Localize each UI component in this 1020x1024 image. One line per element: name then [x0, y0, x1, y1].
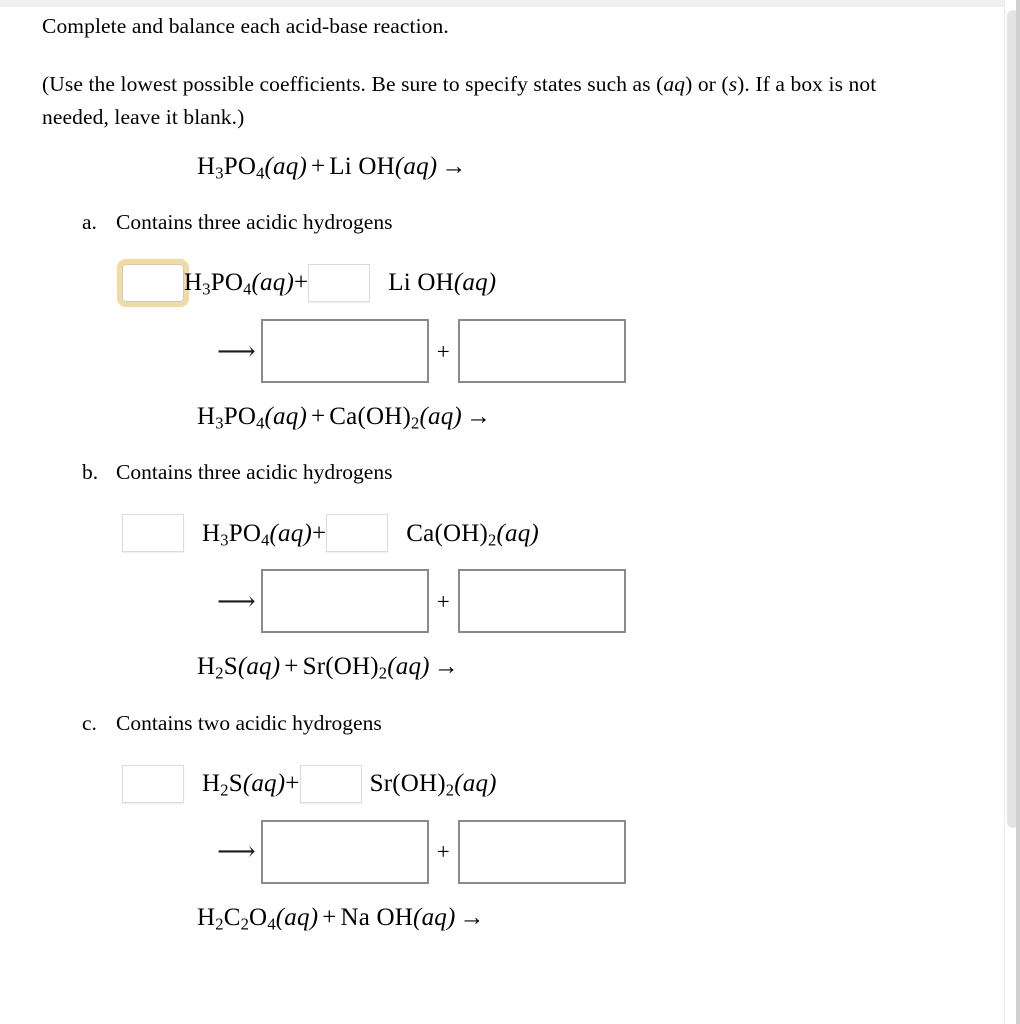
document-page: Complete and balance each acid-base reac… [0, 0, 1004, 1024]
instructions-part-1: (Use the lowest possible coefficients. B… [42, 72, 664, 97]
base-formula-d: Na OH [340, 903, 414, 931]
reaction-arrow-d: → [459, 903, 485, 931]
product-input-b2[interactable] [457, 569, 626, 634]
reaction-header-b: H3PO4(aq) + Ca(OH)2(aq) → [197, 401, 1004, 432]
product-row-c: ⟶ + [217, 819, 1004, 884]
reactant-base-c: Sr(OH)2(aq) [369, 769, 497, 800]
product-input-a2[interactable] [457, 319, 626, 383]
reaction-arrow-a: → [441, 152, 467, 180]
coefficient-input-a2[interactable] [308, 264, 371, 302]
state-label-base-b: (aq) [419, 403, 462, 430]
instructions-aq-token: aq [663, 72, 686, 97]
list-letter-b: b. [82, 460, 99, 485]
reactant-row-a: H3PO4(aq) + Li OH(aq) [117, 259, 1004, 307]
reactant-base-state-c: (aq) [454, 769, 497, 797]
reactant-row-c: H2S(aq) + Sr(OH)2(aq) [122, 762, 1004, 806]
reactant-plus-b: + [311, 519, 327, 547]
reactant-acid-state-a: (aq) [251, 269, 294, 297]
coefficient-input-b1[interactable] [122, 514, 184, 553]
state-label-acid-c: (aq) [237, 653, 281, 681]
list-item-a: a. Contains three acidic hydrogens [82, 210, 1004, 235]
product-input-b1[interactable] [260, 569, 429, 634]
plus-sign-d: + [322, 903, 337, 931]
coefficient-input-a1[interactable] [117, 259, 189, 307]
reactant-row-b: H3PO4(aq) + Ca(OH)2(aq) [122, 511, 1004, 555]
reaction-header-d: H2C2O4(aq) + Na OH(aq) → [197, 902, 1004, 933]
coefficient-input-c1[interactable] [122, 764, 184, 803]
hint-text-c: Contains two acidic hydrogens [116, 710, 382, 735]
instructions-s-token: s [728, 72, 738, 97]
list-letter-a: a. [82, 210, 97, 234]
product-input-c1[interactable] [260, 819, 429, 884]
reactant-base-formula-a: Li OH [388, 269, 454, 297]
list-item-c: c. Contains two acidic hydrogens [82, 711, 1004, 736]
product-input-a1[interactable] [260, 319, 429, 383]
coefficient-input-b2[interactable] [326, 514, 389, 553]
reaction-arrow-b: → [465, 403, 492, 430]
reactant-acid-state-b: (aq) [269, 519, 312, 547]
reactant-base-state-a: (aq) [453, 269, 497, 297]
state-label-base-d: (aq) [413, 903, 456, 931]
yields-arrow-a: ⟶ [217, 335, 256, 366]
state-label-base-c: (aq) [387, 653, 430, 681]
hint-text-a: Contains three acidic hydrogens [116, 210, 393, 234]
product-input-c2[interactable] [457, 819, 626, 884]
page-title: Complete and balance each acid-base reac… [42, 14, 449, 38]
reactant-base-state-b: (aq) [496, 519, 539, 547]
yields-arrow-b: ⟶ [217, 585, 256, 616]
coefficient-input-c2[interactable] [299, 764, 362, 803]
state-label-base-a: (aq) [394, 152, 438, 180]
yields-arrow-c: ⟶ [217, 836, 256, 866]
reactant-acid-state-c: (aq) [242, 769, 286, 797]
reaction-arrow-c: → [433, 653, 459, 681]
reactant-acid-a: H3PO4(aq) [184, 269, 294, 299]
instructions-paragraph: (Use the lowest possible coefficients. B… [42, 68, 942, 133]
product-plus-b: + [436, 588, 450, 614]
reactant-plus-c: + [285, 769, 300, 797]
plus-sign-b: + [310, 403, 326, 430]
base-formula-a: Li OH [329, 152, 395, 180]
product-row-a: ⟶ + [217, 319, 1004, 383]
reaction-header-c: H2S(aq) + Sr(OH)2(aq) → [197, 651, 1004, 682]
reactant-acid-b: H3PO4(aq) [202, 519, 312, 550]
product-plus-a: + [436, 338, 450, 364]
list-item-b: b. Contains three acidic hydrogens [82, 460, 1004, 485]
plus-sign-a: + [310, 152, 326, 180]
instructions-part-2: ) or ( [685, 72, 729, 97]
reactant-base-a: Li OH(aq) [388, 267, 496, 298]
reactant-acid-c: H2S(aq) [202, 769, 286, 800]
state-label-acid-a: (aq) [264, 152, 307, 180]
reactant-base-b: Ca(OH)2(aq) [406, 519, 539, 550]
reaction-header-a: H3PO4(aq) + Li OH(aq) → [197, 151, 1004, 182]
window-right-edge [1016, 0, 1020, 1024]
state-label-acid-d: (aq) [275, 903, 319, 931]
product-row-b: ⟶ + [217, 569, 1004, 634]
reactant-plus-a: + [293, 269, 309, 297]
product-plus-c: + [436, 839, 450, 864]
state-label-acid-b: (aq) [264, 403, 307, 430]
hint-text-b: Contains three acidic hydrogens [116, 460, 393, 485]
plus-sign-c: + [284, 653, 299, 681]
window-top-strip [0, 0, 1020, 7]
worksheet-content: Complete and balance each acid-base reac… [0, 0, 1004, 933]
list-letter-c: c. [82, 710, 97, 735]
